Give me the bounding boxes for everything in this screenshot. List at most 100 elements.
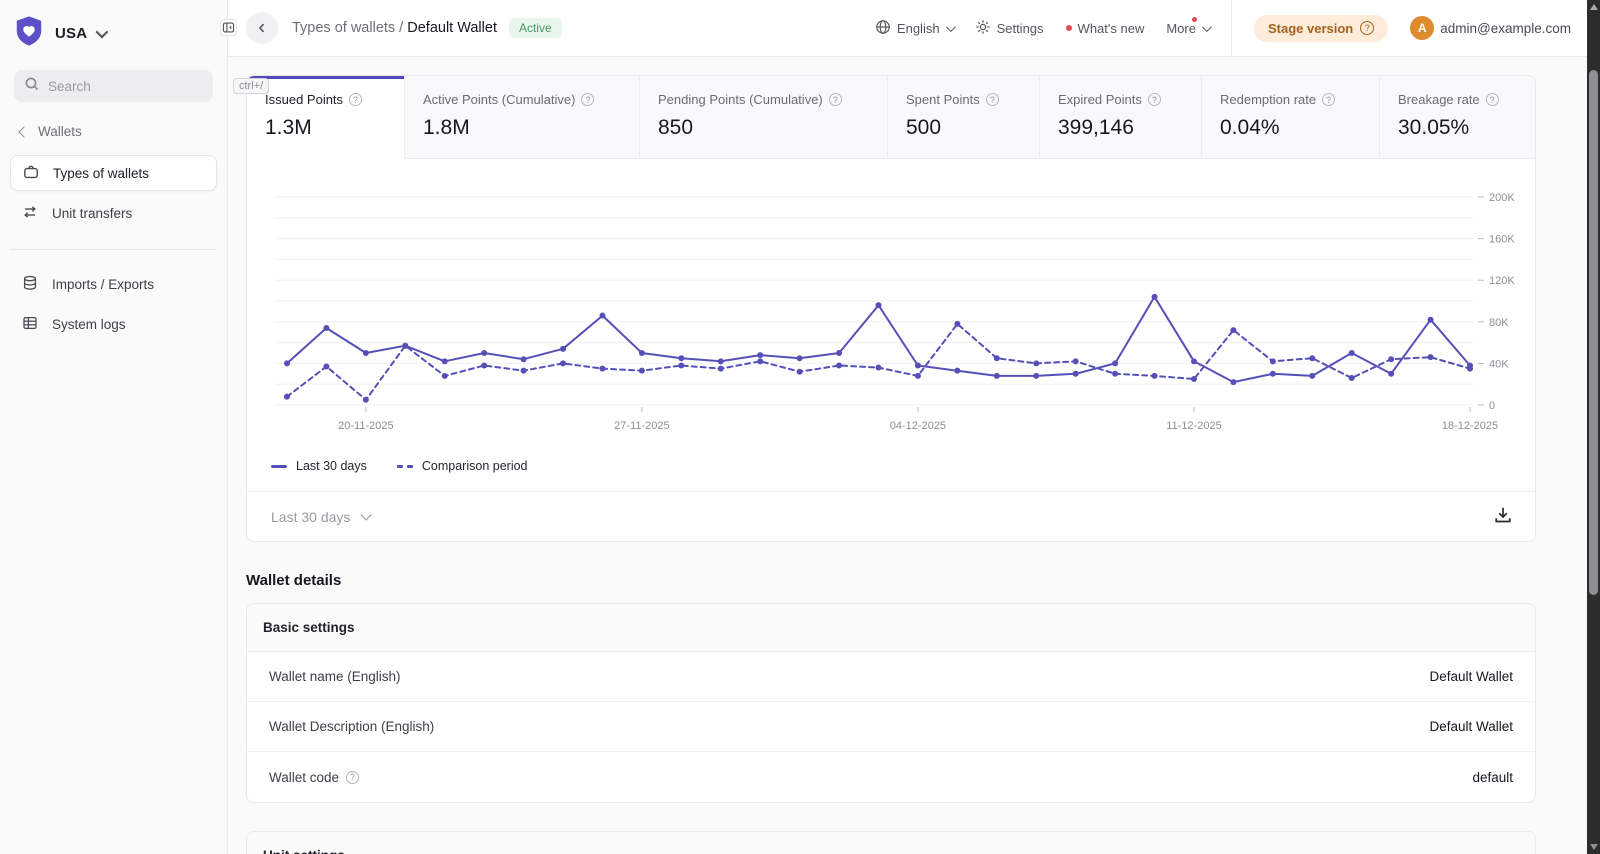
unit-settings-card: Unit settings (246, 831, 1536, 854)
help-icon[interactable] (1322, 93, 1336, 106)
search-input[interactable] (48, 78, 225, 94)
table-grid-icon (22, 315, 38, 334)
svg-text:11-12-2025: 11-12-2025 (1166, 420, 1221, 432)
table-row-wallet-name: Wallet name (English) Default Wallet (247, 652, 1535, 702)
header-actions: English Settings What's new More Stage v… (875, 0, 1571, 57)
search-shortcut: ctrl+/ (233, 78, 270, 94)
svg-text:04-12-2025: 04-12-2025 (890, 420, 946, 432)
app-root: USA ctrl+/ Wallets (0, 0, 1600, 854)
chevron-down-icon (95, 25, 109, 39)
sidebar-collapse-button[interactable] (220, 19, 237, 36)
back-link-label: Wallets (38, 124, 82, 139)
tab-redemption-rate[interactable]: Redemption rate 0.04% (1202, 76, 1380, 159)
chevron-down-icon (1201, 21, 1212, 32)
stage-version-label: Stage version (1267, 20, 1354, 36)
tab-expired-points[interactable]: Expired Points 399,146 (1040, 76, 1202, 159)
sidebar-item-label: Imports / Exports (52, 276, 155, 292)
whats-new-button[interactable]: What's new (1065, 20, 1145, 36)
header-divider (1230, 0, 1232, 57)
user-account[interactable]: A admin@example.com (1410, 16, 1571, 40)
search-box[interactable]: ctrl+/ (14, 70, 270, 102)
user-email: admin@example.com (1440, 20, 1571, 36)
row-value: Default Wallet (1429, 719, 1513, 734)
page-title: Wallet details (246, 572, 342, 589)
row-label: Wallet code (269, 770, 360, 785)
stat-label: Issued Points (265, 92, 344, 107)
sidebar-item-unit-transfers[interactable]: Unit transfers (10, 195, 217, 231)
help-icon[interactable] (346, 770, 360, 784)
basic-settings-header: Basic settings (247, 604, 1535, 652)
help-icon (1360, 21, 1375, 35)
stat-value: 500 (906, 116, 942, 139)
globe-icon (875, 19, 891, 38)
help-icon[interactable] (1147, 93, 1161, 106)
tab-issued-points[interactable]: Issued Points 1.3M (247, 76, 405, 159)
svg-text:120K: 120K (1489, 275, 1515, 287)
help-icon[interactable] (581, 93, 595, 106)
sidebar-item-system-logs[interactable]: System logs (10, 306, 217, 342)
stats-tabs: Issued Points 1.3M Active Points (Cumula… (247, 76, 1535, 159)
basic-settings-card: Basic settings Wallet name (English) Def… (246, 603, 1536, 803)
org-switcher[interactable]: USA (0, 0, 227, 56)
chart-footer: Last 30 days (247, 491, 1535, 541)
stat-value: 0.04% (1220, 116, 1280, 139)
whats-new-label: What's new (1077, 20, 1145, 36)
sidebar-back-wallets[interactable]: Wallets (18, 124, 227, 139)
row-label: Wallet name (English) (269, 669, 401, 684)
dashed-line-swatch (396, 464, 413, 468)
search-icon (24, 76, 40, 97)
stage-version-pill[interactable]: Stage version (1253, 14, 1389, 42)
status-badge: Active (508, 18, 562, 38)
scrollbar-up-icon[interactable] (1589, 4, 1598, 10)
page-content: Issued Points 1.3M Active Points (Cumula… (228, 57, 1587, 854)
sidebar-item-label: System logs (52, 316, 126, 332)
svg-text:160K: 160K (1489, 234, 1515, 246)
svg-text:80K: 80K (1489, 317, 1509, 329)
sidebar-item-imports-exports[interactable]: Imports / Exports (10, 266, 217, 302)
download-button[interactable] (1489, 501, 1517, 532)
sidebar-nav: Types of wallets Unit transfers Imports … (0, 139, 227, 342)
scrollbar-thumb[interactable] (1589, 70, 1598, 595)
more-label: More (1166, 20, 1196, 36)
help-icon[interactable] (1485, 93, 1499, 106)
stat-value: 30.05% (1398, 116, 1470, 139)
sidebar-item-types-of-wallets[interactable]: Types of wallets (10, 155, 217, 191)
more-menu[interactable]: More (1166, 16, 1212, 36)
sidebar: USA ctrl+/ Wallets (0, 0, 270, 854)
sidebar-item-label: Unit transfers (52, 205, 133, 221)
unit-settings-header: Unit settings (247, 832, 1535, 854)
notification-dot (1191, 16, 1197, 22)
tab-breakage-rate[interactable]: Breakage rate 30.05% (1380, 76, 1535, 159)
help-icon[interactable] (828, 93, 842, 106)
tab-pending-points[interactable]: Pending Points (Cumulative) 850 (640, 76, 888, 159)
scrollbar-down-icon[interactable] (1589, 844, 1598, 850)
chevron-left-icon (18, 125, 30, 138)
help-icon[interactable] (349, 93, 363, 106)
help-icon[interactable] (985, 93, 999, 106)
language-selector[interactable]: English (875, 19, 956, 38)
date-range-dropdown[interactable]: Last 30 days (271, 508, 373, 525)
svg-text:20-11-2025: 20-11-2025 (338, 420, 393, 432)
transfer-arrows-icon (22, 204, 38, 223)
stat-label: Breakage rate (1398, 92, 1480, 107)
svg-text:40K: 40K (1489, 358, 1509, 370)
table-row-wallet-code: Wallet code default (247, 752, 1535, 802)
tab-spent-points[interactable]: Spent Points 500 (888, 76, 1040, 159)
back-button[interactable] (246, 12, 278, 44)
breadcrumb-current: Default Wallet (407, 20, 497, 36)
stat-value: 1.8M (423, 116, 470, 139)
date-range-label: Last 30 days (271, 508, 351, 525)
settings-button[interactable]: Settings (975, 19, 1044, 38)
sidebar-item-label: Types of wallets (53, 165, 150, 181)
chevron-down-icon (360, 508, 373, 521)
top-header: Types of wallets / Default Wallet Active… (228, 0, 1587, 57)
legend-label: Last 30 days (296, 459, 367, 473)
chart-legend: Last 30 days Comparison period (247, 441, 1535, 491)
tab-active-points[interactable]: Active Points (Cumulative) 1.8M (405, 76, 640, 159)
vertical-scrollbar[interactable] (1587, 0, 1600, 854)
svg-text:18-12-2025: 18-12-2025 (1442, 420, 1498, 432)
breadcrumb-section[interactable]: Types of wallets / (292, 20, 403, 36)
line-chart-svg: 0 40K 80K 120K 160K 200K 20-11-2025 27-11-2025 0… (275, 192, 1515, 432)
row-value: default (1472, 769, 1513, 785)
svg-text:0: 0 (1489, 400, 1495, 412)
